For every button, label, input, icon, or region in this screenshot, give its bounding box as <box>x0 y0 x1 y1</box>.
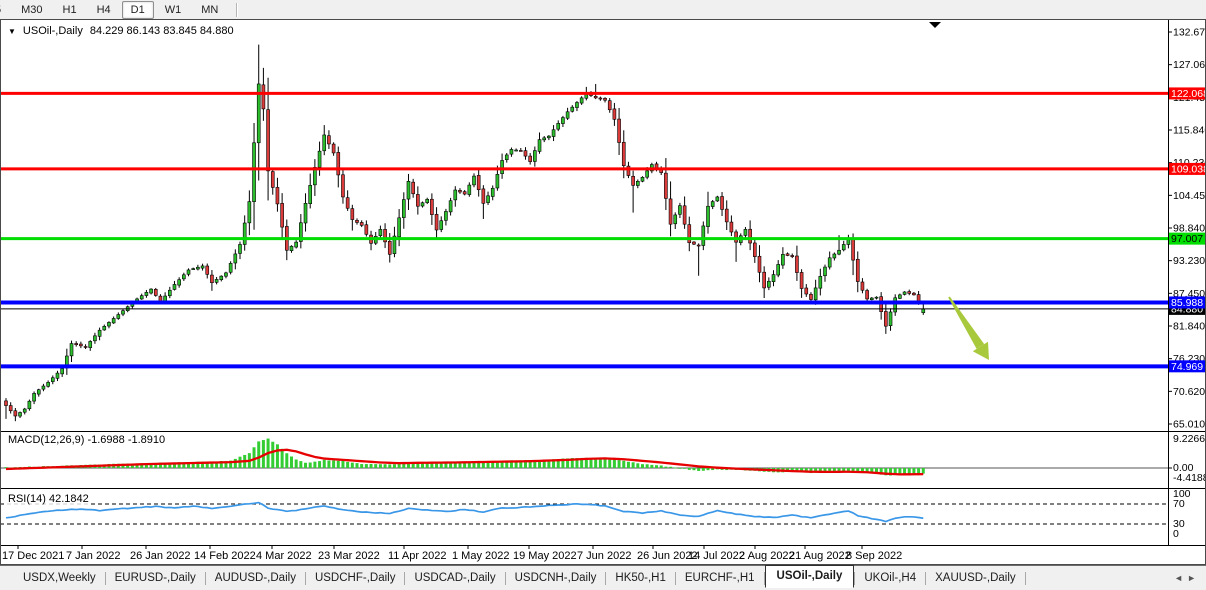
rsi-axis-label: 70 <box>1173 498 1185 510</box>
date-tick-label: 14 Feb 2022 <box>194 550 256 562</box>
price-tick-label: 81.840 <box>1173 321 1205 333</box>
rsi-axis-label: 0 <box>1173 528 1179 540</box>
price-tick-label: 65.010 <box>1173 419 1205 431</box>
macd-axis-label: 9.2266 <box>1173 433 1205 445</box>
tab-scroll-right-icon[interactable]: ► <box>1187 573 1200 583</box>
timeframe-h1-button[interactable]: H1 <box>54 1 86 19</box>
tab-hk50-h1[interactable]: HK50-,H1 <box>606 569 675 587</box>
timeframe-d1-button[interactable]: D1 <box>122 1 154 19</box>
tab-ukoil-h4[interactable]: UKOil-,H4 <box>855 569 925 587</box>
date-tick-label: 19 May 2022 <box>513 550 577 562</box>
timeframe-mn-button[interactable]: MN <box>192 1 227 19</box>
date-tick-label: 14 Jul 2022 <box>688 550 745 562</box>
date-tick-label: 26 Jan 2022 <box>130 550 191 562</box>
date-tick-label: 17 Dec 2021 <box>2 550 64 562</box>
chart-symbol-period: USOil-,Daily <box>23 25 83 37</box>
tab-scroll-arrows: ◄► <box>1174 573 1206 583</box>
tab-usdcad-daily[interactable]: USDCAD-,Daily <box>405 569 504 587</box>
date-tick-label: 7 Jan 2022 <box>66 550 120 562</box>
tab-audusd-daily[interactable]: AUDUSD-,Daily <box>206 569 305 587</box>
chart-title: ▼ USOil-,Daily 84.229 86.143 83.845 84.8… <box>6 25 236 37</box>
tab-scroll-left-icon[interactable]: ◄ <box>1174 573 1187 583</box>
price-tick-label: 104.450 <box>1173 190 1206 202</box>
tab-usdx-weekly[interactable]: USDX,Weekly <box>14 569 105 587</box>
price-tick-label: 70.620 <box>1173 386 1205 398</box>
tab-usdcnh-daily[interactable]: USDCNH-,Daily <box>506 569 606 587</box>
rsi-indicator-label: RSI(14) 42.1842 <box>6 493 91 505</box>
date-tick-label: 8 Sep 2022 <box>846 550 902 562</box>
level-97.007-badge-label: 97.007 <box>1171 233 1203 245</box>
chart-tab-bar: USDX,WeeklyEURUSD-,DailyAUDUSD-,DailyUSD… <box>0 565 1206 590</box>
level-85.988-badge-label: 85.988 <box>1171 297 1203 309</box>
tab-separator <box>1025 572 1026 585</box>
macd-axis-label: -4.4188 <box>1173 472 1206 484</box>
symbol-dropdown-icon[interactable]: ▼ <box>8 26 16 37</box>
price-tick-label: 115.840 <box>1173 125 1206 137</box>
price-tick-label: 132.670 <box>1173 27 1206 39</box>
trading-terminal-window: 5M30H1H4D1W1MN 132.670127.060121.450115.… <box>0 0 1206 590</box>
price-tick-label: 127.060 <box>1173 59 1206 71</box>
date-tick-label: 21 Aug 2022 <box>789 550 851 562</box>
tab-xauusd-daily[interactable]: XAUUSD-,Daily <box>926 569 1025 587</box>
toolbar-separator <box>236 3 238 17</box>
level-122.068-badge-label: 122.068 <box>1171 88 1206 100</box>
date-tick-label: 2 Aug 2022 <box>739 550 795 562</box>
date-tick-label: 7 Jun 2022 <box>577 550 631 562</box>
chart-canvas: 132.670127.060121.450115.840110.230104.4… <box>0 19 1206 565</box>
date-tick-label: 4 Mar 2022 <box>256 550 312 562</box>
price-tick-label: 93.230 <box>1173 255 1205 267</box>
level-74.969-badge-label: 74.969 <box>1171 361 1203 373</box>
date-tick-label: 23 Mar 2022 <box>318 550 380 562</box>
macd-indicator-label: MACD(12,26,9) -1.6988 -1.8910 <box>6 434 167 446</box>
timeframe-m30-button[interactable]: M30 <box>12 1 51 19</box>
timeframe-toolbar: 5M30H1H4D1W1MN <box>0 0 1206 20</box>
level-109.038-badge-label: 109.038 <box>1171 164 1206 176</box>
tab-eurchf-h1[interactable]: EURCHF-,H1 <box>676 569 764 587</box>
date-tick-label: 1 May 2022 <box>452 550 509 562</box>
chart-ohlc-values: 84.229 86.143 83.845 84.880 <box>90 25 234 37</box>
date-tick-label: 11 Apr 2022 <box>388 550 447 562</box>
timeframe-5-button[interactable]: 5 <box>0 1 10 19</box>
tab-eurusd-daily[interactable]: EURUSD-,Daily <box>106 569 205 587</box>
chart-window: 132.670127.060121.450115.840110.230104.4… <box>0 19 1206 565</box>
tab-usdchf-daily[interactable]: USDCHF-,Daily <box>306 569 405 587</box>
chart-plot-area[interactable] <box>2 20 1170 431</box>
tab-usoil-daily[interactable]: USOil-,Daily <box>765 565 855 588</box>
timeframe-h4-button[interactable]: H4 <box>88 1 120 19</box>
timeframe-w1-button[interactable]: W1 <box>156 1 191 19</box>
